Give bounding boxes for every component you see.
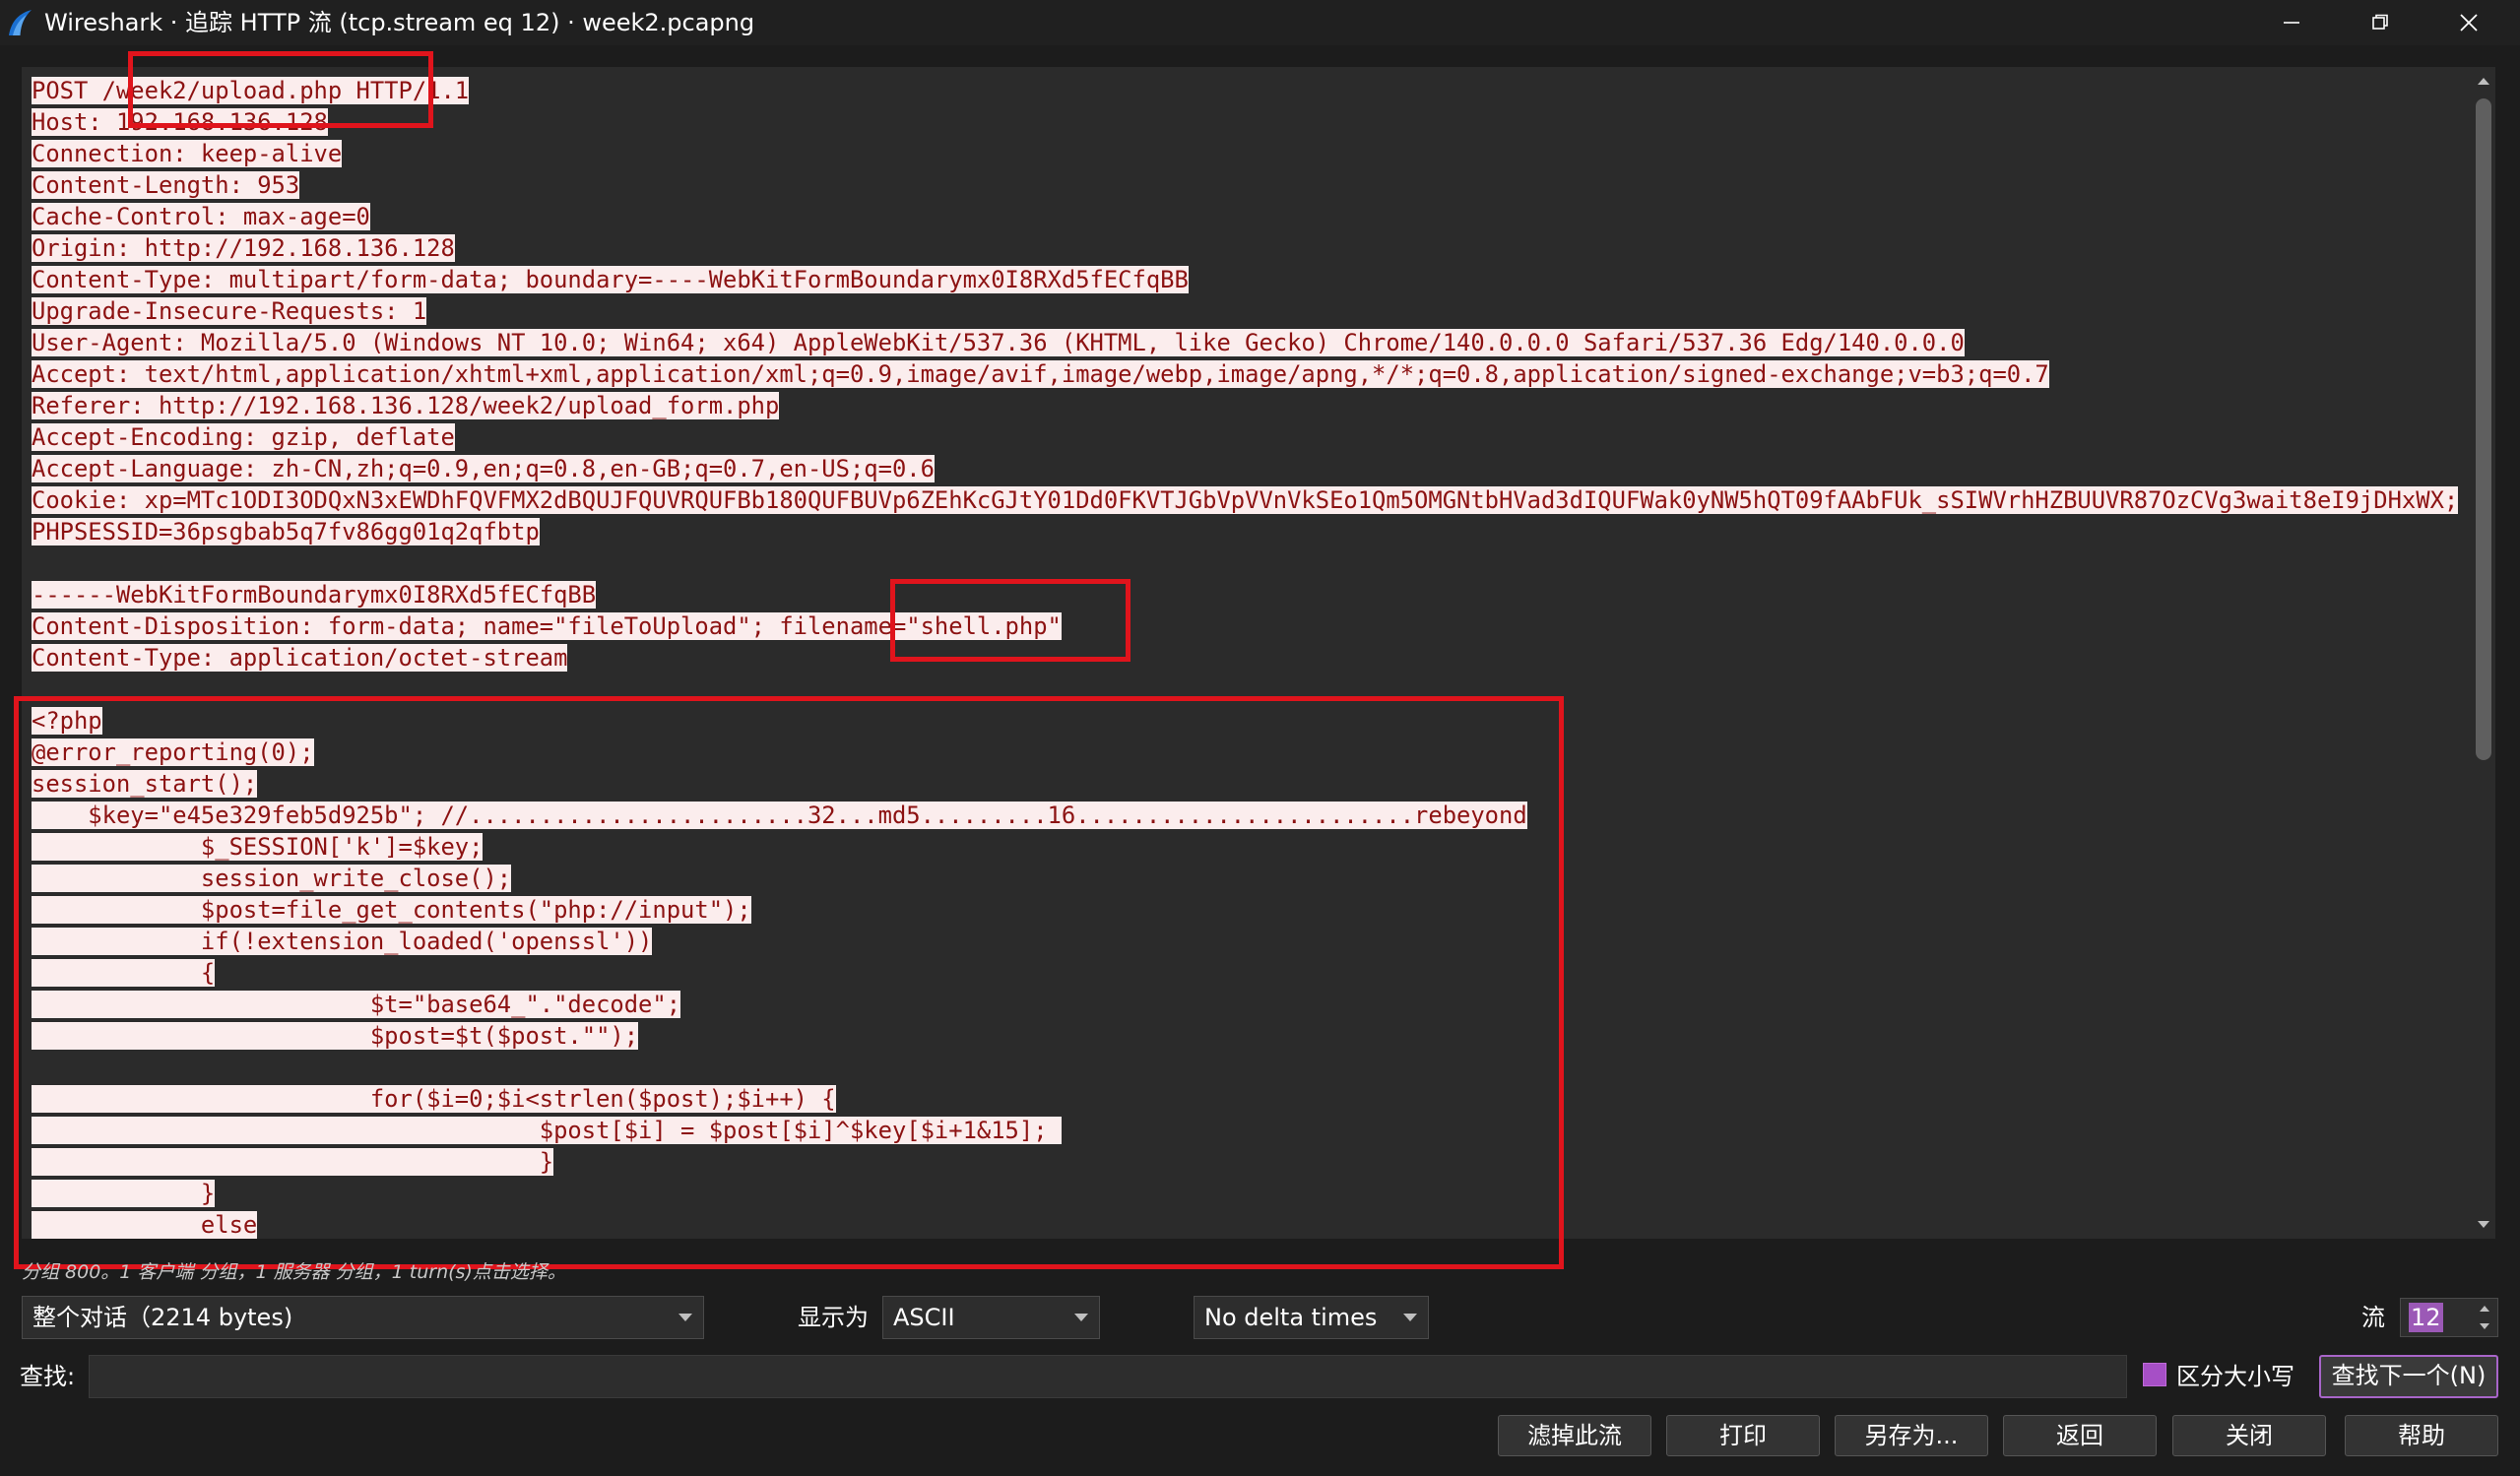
delta-times-select[interactable]: No delta times [1194, 1296, 1429, 1339]
stream-line: Origin: http://192.168.136.128 [32, 232, 2458, 264]
chevron-down-icon [678, 1297, 693, 1338]
case-sensitive-label: 区分大小写 [2176, 1363, 2294, 1390]
stream-line: Accept-Language: zh-CN,zh;q=0.9,en;q=0.8… [32, 453, 2458, 484]
spin-up-icon[interactable] [2476, 1301, 2493, 1316]
display-as-value: ASCII [893, 1304, 955, 1331]
stream-line-text: Accept: text/html,application/xhtml+xml,… [32, 360, 2049, 388]
stream-line: User-Agent: Mozilla/5.0 (Windows NT 10.0… [32, 327, 2458, 358]
stream-line-text: Connection: keep-alive [32, 140, 343, 167]
back-button[interactable]: 返回 [2003, 1415, 2157, 1456]
stream-line-text: User-Agent: Mozilla/5.0 (Windows NT 10.0… [32, 329, 1965, 356]
stream-line-text: Origin: http://192.168.136.128 [32, 234, 455, 262]
stream-line: Upgrade-Insecure-Requests: 1 [32, 295, 2458, 327]
stream-line: Connection: keep-alive [32, 138, 2458, 169]
minimize-button[interactable] [2247, 0, 2336, 45]
conversation-select-value: 整个对话（2214 bytes) [32, 1304, 293, 1331]
stream-number-value: 12 [2409, 1303, 2443, 1332]
stream-hint-text: 分组 800。1 客户端 分组，1 服务器 分组，1 turn(s)点击选择。 [22, 1261, 566, 1283]
case-sensitive-checkbox[interactable] [2143, 1363, 2166, 1386]
filter-out-stream-button[interactable]: 滤掉此流 [1498, 1415, 1651, 1456]
stream-line: Content-Type: multipart/form-data; bound… [32, 264, 2458, 295]
stream-line: PHPSESSID=36psgbab5q7fv86gg01q2qfbtp [32, 516, 2458, 547]
annotation-box-php-payload [14, 696, 1564, 1269]
display-as-label: 显示为 [798, 1304, 869, 1331]
stream-line-text: Content-Type: application/octet-stream [32, 644, 568, 672]
chevron-down-icon [1073, 1297, 1089, 1338]
chevron-down-icon [1402, 1297, 1418, 1338]
wireshark-fin-icon [9, 10, 32, 35]
maximize-icon [2372, 14, 2388, 30]
stream-line: Cache-Control: max-age=0 [32, 201, 2458, 232]
help-button[interactable]: 帮助 [2345, 1415, 2498, 1456]
scrollbar-thumb[interactable] [2476, 98, 2491, 760]
stream-line-text: Accept-Encoding: gzip, deflate [32, 423, 455, 451]
annotation-box-upload-url [128, 51, 433, 128]
stream-line-text: Content-Length: 953 [32, 171, 300, 199]
spin-down-icon[interactable] [2476, 1318, 2493, 1334]
stream-line [32, 547, 2458, 579]
save-as-button[interactable]: 另存为... [1835, 1415, 1988, 1456]
close-window-button[interactable] [2424, 0, 2513, 45]
annotation-box-filename [890, 579, 1131, 662]
stream-line: ------WebKitFormBoundarymx0I8RXd5fECfqBB [32, 579, 2458, 610]
stream-line: Accept-Encoding: gzip, deflate [32, 421, 2458, 453]
stream-number-label: 流 [2361, 1304, 2385, 1331]
stream-line: Cookie: xp=MTc1ODI3ODQxN3xEWDhFQVFMX2dBQ… [32, 484, 2459, 516]
scroll-down-arrow-icon[interactable] [2472, 1213, 2495, 1237]
title-bar: Wireshark · 追踪 HTTP 流 (tcp.stream eq 12)… [0, 0, 2520, 45]
close-icon [2460, 14, 2478, 32]
window-title: Wireshark · 追踪 HTTP 流 (tcp.stream eq 12)… [44, 9, 755, 36]
stream-line-text: PHPSESSID=36psgbab5q7fv86gg01q2qfbtp [32, 518, 540, 545]
find-label: 查找: [20, 1363, 76, 1390]
scroll-up-arrow-icon[interactable] [2472, 69, 2495, 93]
stream-number-spinbox[interactable]: 12 [2400, 1298, 2498, 1337]
stream-line-text: Upgrade-Insecure-Requests: 1 [32, 297, 427, 325]
print-button[interactable]: 打印 [1666, 1415, 1820, 1456]
minimize-icon [2284, 22, 2299, 24]
delta-times-value: No delta times [1204, 1304, 1378, 1331]
stream-line-text: Content-Type: multipart/form-data; bound… [32, 266, 1189, 293]
stream-line: Content-Type: application/octet-stream [32, 642, 2458, 674]
stream-line-text: ------WebKitFormBoundarymx0I8RXd5fECfqBB [32, 581, 597, 609]
conversation-select[interactable]: 整个对话（2214 bytes) [22, 1296, 704, 1339]
stream-line: Accept: text/html,application/xhtml+xml,… [32, 358, 2458, 390]
stream-line: Content-Length: 953 [32, 169, 2458, 201]
stream-line-text: Cookie: xp=MTc1ODI3ODQxN3xEWDhFQVFMX2dBQ… [32, 486, 2459, 514]
find-next-button[interactable]: 查找下一个(N) [2319, 1355, 2498, 1398]
vertical-scrollbar[interactable] [2472, 67, 2495, 1239]
stream-line: Referer: http://192.168.136.128/week2/up… [32, 390, 2458, 421]
stream-line: Content-Disposition: form-data; name="fi… [32, 610, 2458, 642]
maximize-button[interactable] [2336, 0, 2424, 45]
stream-line-text: Referer: http://192.168.136.128/week2/up… [32, 392, 780, 419]
stream-line-text: Cache-Control: max-age=0 [32, 203, 370, 230]
display-as-select[interactable]: ASCII [882, 1296, 1100, 1339]
close-button[interactable]: 关闭 [2172, 1415, 2326, 1456]
find-input[interactable] [89, 1355, 2127, 1398]
stream-line-text: Accept-Language: zh-CN,zh;q=0.9,en;q=0.8… [32, 455, 935, 482]
